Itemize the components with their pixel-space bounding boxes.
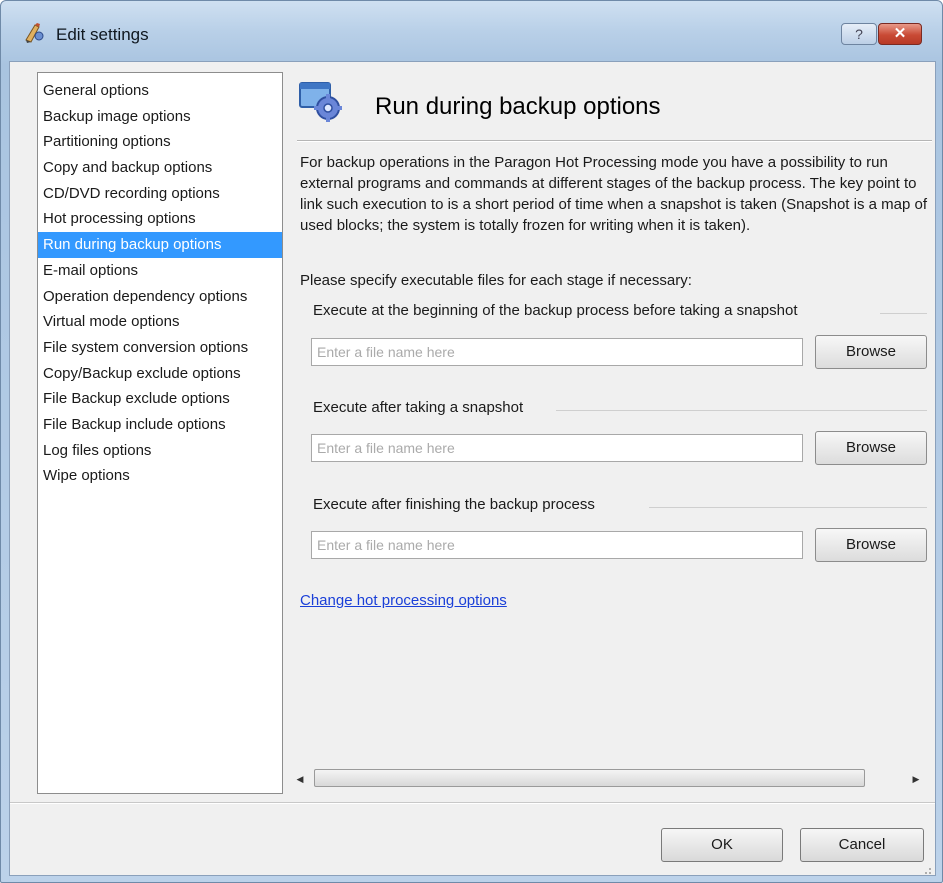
description-text: For backup operations in the Paragon Hot… xyxy=(300,154,928,234)
cancel-button[interactable]: Cancel xyxy=(800,828,924,862)
browse-after-backup-button[interactable]: Browse xyxy=(815,528,927,562)
close-button[interactable]: ✕ xyxy=(878,23,922,45)
options-panel: Run during backup options For backup ope… xyxy=(291,72,932,794)
stage-after-snapshot-label: Execute after taking a snapshot xyxy=(313,399,524,416)
before-snapshot-file-input[interactable] xyxy=(311,338,803,366)
scroll-thumb[interactable] xyxy=(314,769,865,787)
sidebar-item-virtual-mode-options[interactable]: Virtual mode options xyxy=(38,309,282,335)
browse-before-snapshot-button[interactable]: Browse xyxy=(815,335,927,369)
sidebar-item-wipe-options[interactable]: Wipe options xyxy=(38,463,282,489)
sidebar-item-file-backup-exclude-options[interactable]: File Backup exclude options xyxy=(38,386,282,412)
page-title: Run during backup options xyxy=(375,93,661,120)
sidebar-item-hot-processing-options[interactable]: Hot processing options xyxy=(38,206,282,232)
group-divider xyxy=(556,410,927,411)
edit-settings-window: Edit settings ? ✕ General options Backup … xyxy=(0,0,943,883)
scroll-right-icon[interactable]: ▶ xyxy=(910,772,922,786)
specify-label: Please specify executable files for each… xyxy=(300,272,692,289)
after-backup-file-input[interactable] xyxy=(311,531,803,559)
options-list[interactable]: General options Backup image options Parti… xyxy=(37,72,283,794)
browse-after-snapshot-button[interactable]: Browse xyxy=(815,431,927,465)
sidebar-item-backup-image-options[interactable]: Backup image options xyxy=(38,104,282,130)
stage-before-snapshot-label: Execute at the beginning of the backup p… xyxy=(313,302,798,319)
sidebar-item-log-files-options[interactable]: Log files options xyxy=(38,438,282,464)
sidebar-item-e-mail-options[interactable]: E-mail options xyxy=(38,258,282,284)
group-divider xyxy=(649,507,927,508)
sidebar-item-file-backup-include-options[interactable]: File Backup include options xyxy=(38,412,282,438)
sidebar-item-copy-and-backup-options[interactable]: Copy and backup options xyxy=(38,155,282,181)
edit-settings-icon xyxy=(23,22,47,44)
after-snapshot-file-input[interactable] xyxy=(311,434,803,462)
title-divider xyxy=(297,140,932,142)
sidebar-item-run-during-backup-options[interactable]: Run during backup options xyxy=(38,232,282,258)
sidebar-item-file-system-conversion-options[interactable]: File system conversion options xyxy=(38,335,282,361)
sidebar-item-operation-dependency-options[interactable]: Operation dependency options xyxy=(38,284,282,310)
footer-divider xyxy=(10,802,935,804)
group-divider xyxy=(880,313,927,314)
window-title: Edit settings xyxy=(56,25,149,44)
settings-gear-icon xyxy=(298,80,346,124)
sidebar-item-general-options[interactable]: General options xyxy=(38,78,282,104)
help-button[interactable]: ? xyxy=(841,23,877,45)
stage-after-backup-label: Execute after finishing the backup proce… xyxy=(313,496,595,513)
sidebar-item-copy-backup-exclude-options[interactable]: Copy/Backup exclude options xyxy=(38,361,282,387)
scroll-left-icon[interactable]: ◀ xyxy=(294,772,306,786)
sidebar-item-cd-dvd-recording-options[interactable]: CD/DVD recording options xyxy=(38,181,282,207)
resize-grip-icon[interactable] xyxy=(922,862,932,874)
ok-button[interactable]: OK xyxy=(661,828,783,862)
dialog-body: General options Backup image options Parti… xyxy=(9,61,936,876)
title-bar: Edit settings ? ✕ xyxy=(1,1,942,67)
horizontal-scrollbar[interactable]: ◀ ▶ xyxy=(291,767,932,791)
sidebar-item-partitioning-options[interactable]: Partitioning options xyxy=(38,129,282,155)
change-hot-processing-link[interactable]: Change hot processing options xyxy=(300,592,507,609)
